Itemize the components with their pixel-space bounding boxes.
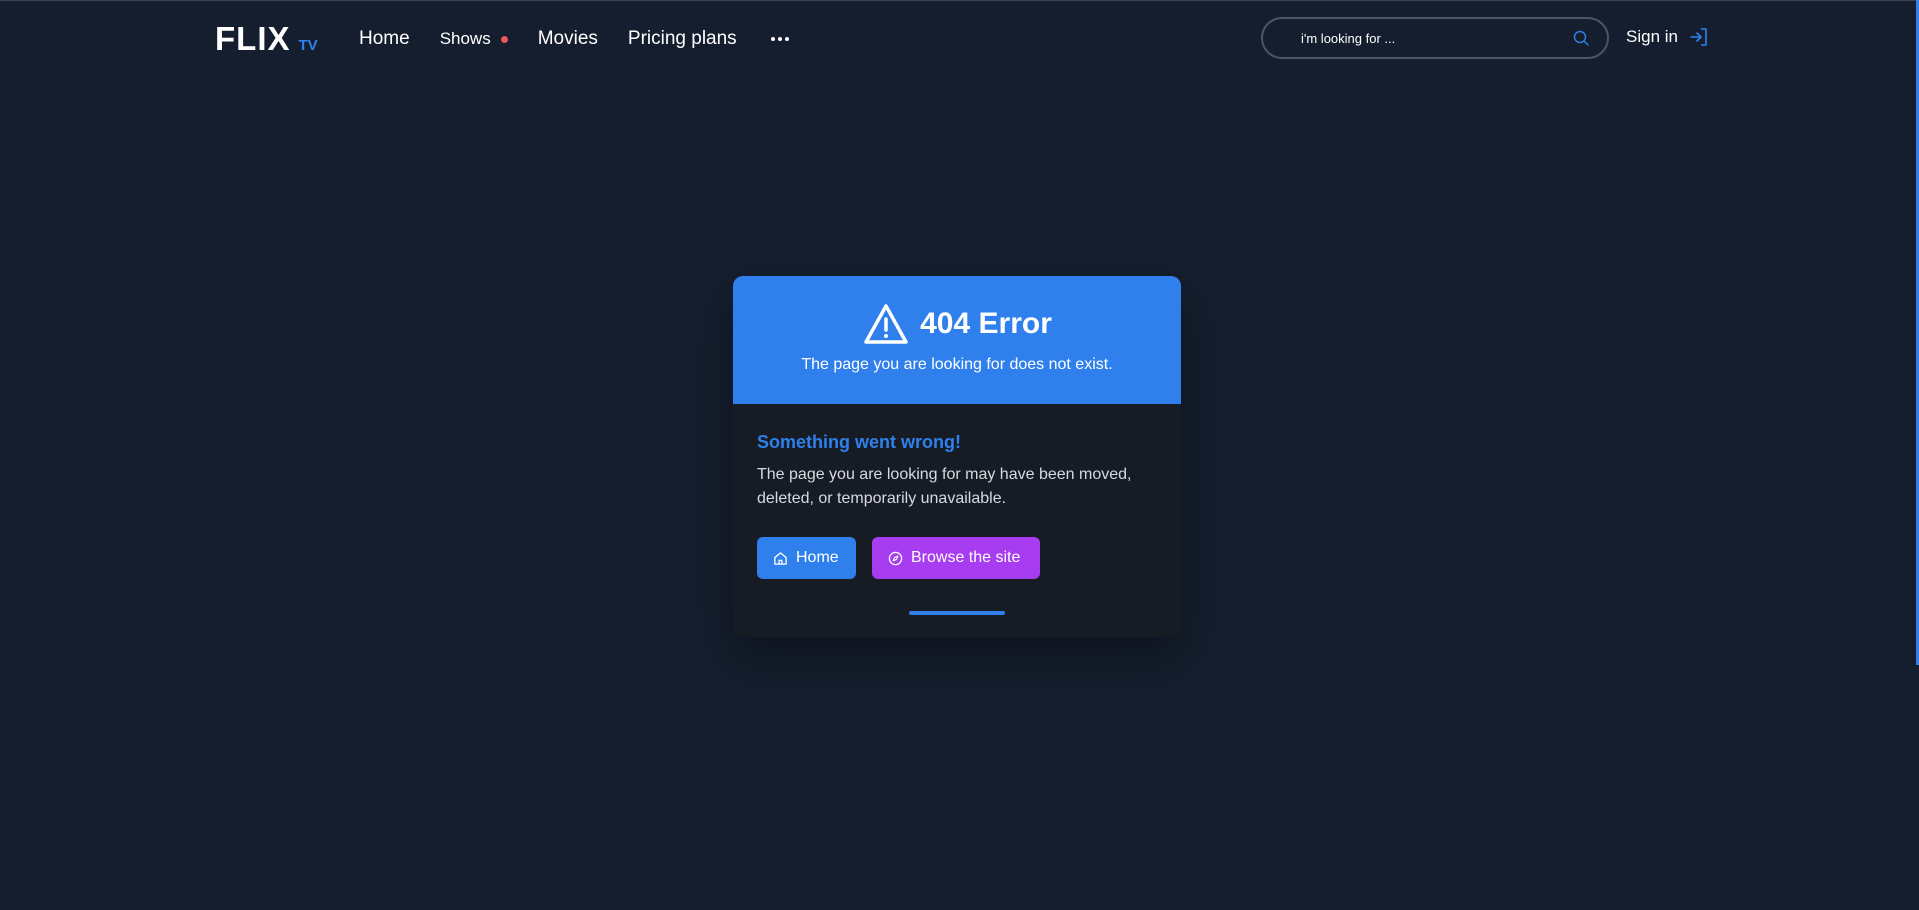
warning-triangle-icon bbox=[864, 304, 908, 344]
progress-fill bbox=[909, 611, 1005, 615]
compass-icon bbox=[888, 551, 903, 565]
notification-dot bbox=[500, 36, 508, 43]
error-heading: Something went wrong! bbox=[757, 432, 961, 452]
search-icon[interactable] bbox=[1573, 30, 1589, 46]
error-title: 404 Error bbox=[920, 307, 1052, 340]
browse-site-button[interactable]: Browse the site bbox=[872, 537, 1040, 579]
error-card-header: 404 Error The page you are looking for d… bbox=[733, 276, 1181, 404]
error-description: The page you are looking for may have be… bbox=[757, 466, 1132, 507]
nav-shows-label: Shows bbox=[439, 29, 491, 48]
error-subtitle: The page you are looking for does not ex… bbox=[801, 356, 1113, 373]
browse-site-label: Browse the site bbox=[911, 549, 1021, 566]
search-input[interactable] bbox=[1299, 29, 1553, 47]
main-nav: Home Shows Movies Pricing plans bbox=[359, 24, 789, 54]
nav-movies[interactable]: Movies bbox=[538, 28, 598, 50]
logo-text: FLIX bbox=[215, 20, 291, 57]
sign-in-label: Sign in bbox=[1626, 27, 1678, 46]
home-button[interactable]: Home bbox=[757, 537, 856, 579]
logo[interactable]: FLIX TV bbox=[215, 20, 318, 58]
nav-home[interactable]: Home bbox=[359, 28, 410, 50]
home-icon bbox=[774, 551, 787, 565]
nav-shows[interactable]: Shows bbox=[440, 29, 508, 49]
site-header: FLIX TV Home Shows Movies Pricing plans … bbox=[0, 0, 1919, 78]
sign-in-button[interactable]: Sign in bbox=[1626, 26, 1710, 48]
more-dots-icon[interactable] bbox=[770, 29, 789, 49]
progress-bar bbox=[909, 611, 1005, 615]
error-card-body: Something went wrong! The page you are l… bbox=[733, 404, 1181, 615]
sign-in-icon bbox=[1690, 28, 1707, 46]
search-box bbox=[1261, 17, 1609, 59]
action-buttons: Home Browse the site bbox=[757, 537, 1157, 579]
logo-badge: TV bbox=[298, 37, 318, 54]
error-card: 404 Error The page you are looking for d… bbox=[733, 276, 1181, 637]
home-button-label: Home bbox=[796, 549, 839, 566]
nav-pricing-plans[interactable]: Pricing plans bbox=[628, 28, 737, 50]
